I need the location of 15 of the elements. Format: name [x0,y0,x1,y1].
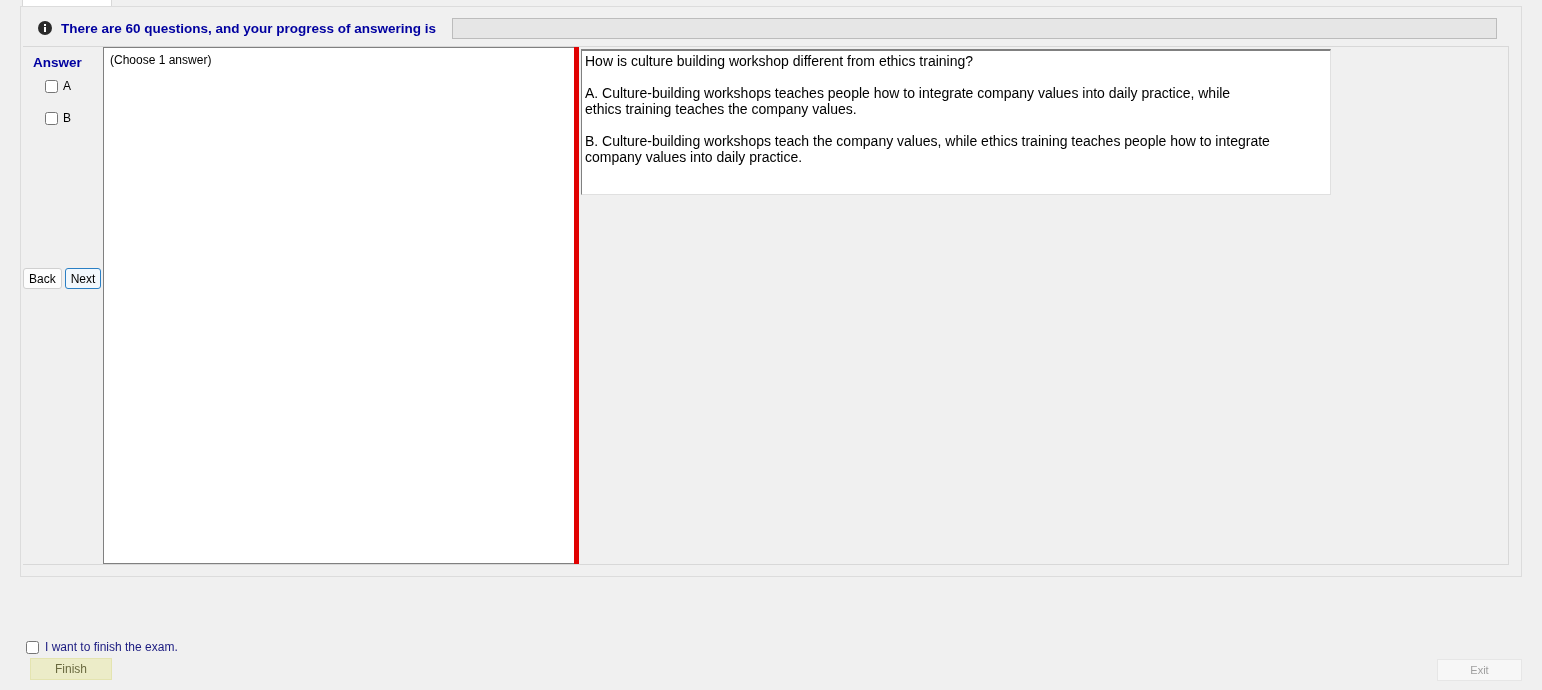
choices-pane: (Choose 1 answer) [103,47,574,564]
answer-heading: Answer [33,55,83,70]
question-paragraph: A. Culture-building workshops teaches people how to integrate company values into daily practice, while ethics training teaches the company values. [585,85,1232,117]
option-label: A [63,79,71,93]
back-button[interactable]: Back [23,268,62,289]
option-label: B [63,111,71,125]
progress-text: There are 60 questions, and your progress of answering is [61,20,437,36]
next-button[interactable]: Next [64,268,102,289]
option-checkbox[interactable] [45,111,58,125]
info-icon [37,20,53,36]
question-paragraph: How is culture building workshop different from ethics training? [585,53,975,69]
question-paragraph: B. Culture-building workshops teach the company values, while ethics training teaches people how to integrate company values into daily practice. [585,133,1270,165]
finish-label: I want to finish the exam. [45,640,178,654]
finish-checkbox[interactable] [26,640,39,654]
option-checkbox[interactable] [45,79,58,93]
